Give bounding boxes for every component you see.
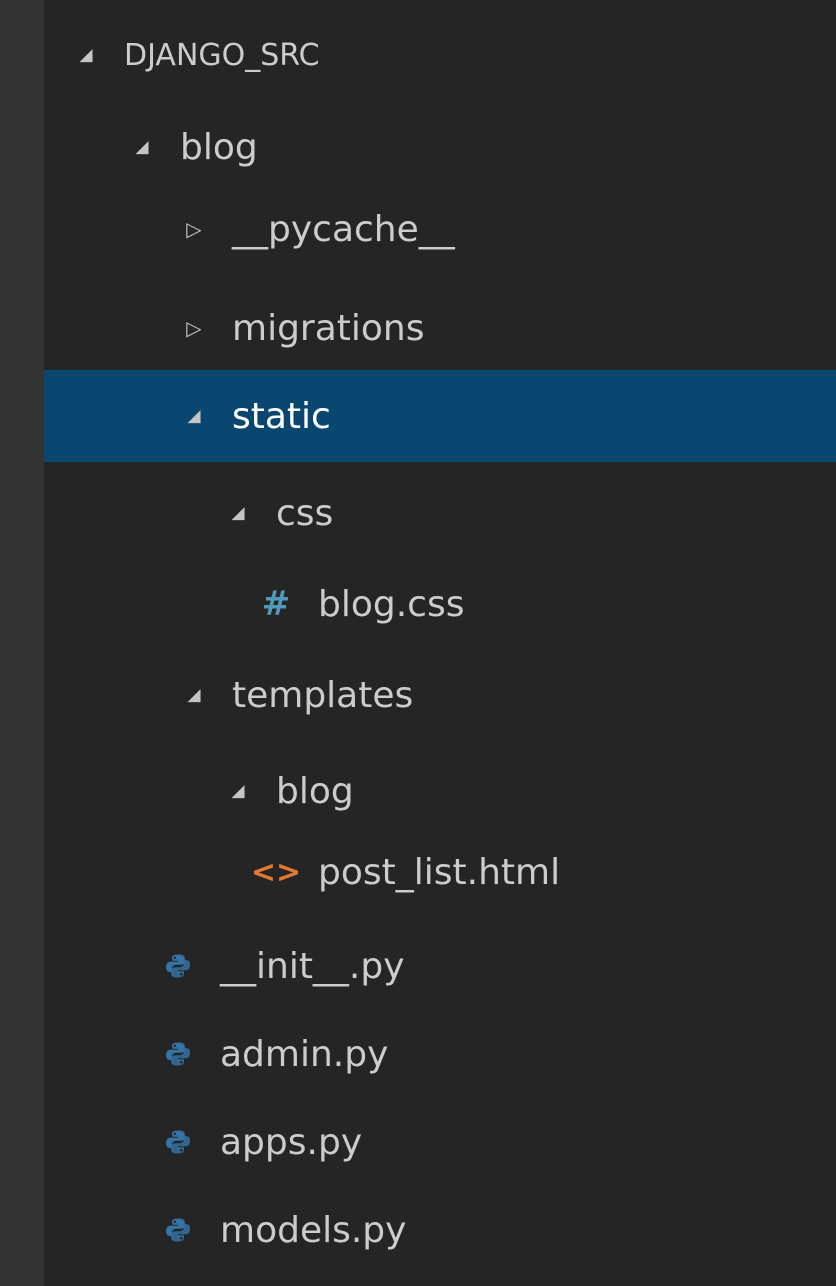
activity-bar <box>0 0 44 1286</box>
expanded-arrow-icon: ◢ <box>135 137 149 157</box>
tree-item-label: migrations <box>232 307 425 349</box>
collapsed-arrow-icon: ▷ <box>186 217 202 241</box>
tree-item-file-admin-py[interactable]: admin.py <box>44 1014 836 1094</box>
tree-item-label: __pycache__ <box>232 208 455 250</box>
expanded-arrow-icon: ◢ <box>187 685 201 705</box>
tree-item-label: blog <box>180 126 258 168</box>
python-icon <box>162 1217 194 1243</box>
tree-item-label: post_list.html <box>318 851 561 893</box>
root-folder-label: DJANGO_SRC <box>124 37 320 73</box>
collapsed-arrow-icon: ▷ <box>186 316 202 340</box>
tree-item-label: templates <box>232 674 414 716</box>
python-icon <box>162 1041 194 1067</box>
tree-item-folder-migrations[interactable]: ▷ migrations <box>44 288 836 368</box>
python-icon <box>162 1129 194 1155</box>
tree-item-file-apps-py[interactable]: apps.py <box>44 1102 836 1182</box>
tree-item-file-blog-css[interactable]: # blog.css <box>44 564 836 644</box>
tree-item-label: blog <box>276 770 354 812</box>
tree-item-folder-pycache[interactable]: ▷ __pycache__ <box>44 189 836 269</box>
python-icon <box>162 953 194 979</box>
tree-item-label: __init__.py <box>220 945 405 987</box>
tree-item-folder-templates[interactable]: ◢ templates <box>44 655 836 735</box>
tree-item-file-models-py[interactable]: models.py <box>44 1190 836 1270</box>
tree-item-label: css <box>276 492 334 534</box>
expanded-arrow-icon: ◢ <box>187 406 201 426</box>
tree-item-label: blog.css <box>318 583 465 625</box>
html-icon: <> <box>250 854 302 890</box>
file-explorer: ◢ DJANGO_SRC ◢ blog ▷ __pycache__ ▷ migr… <box>44 0 836 1286</box>
tree-item-folder-css[interactable]: ◢ css <box>44 473 836 553</box>
expanded-arrow-icon: ◢ <box>231 503 245 523</box>
tree-item-folder-templates-blog[interactable]: ◢ blog <box>44 751 836 831</box>
root-folder-header[interactable]: ◢ DJANGO_SRC <box>44 22 836 88</box>
tree-item-file-init-py[interactable]: __init__.py <box>44 926 836 1006</box>
tree-item-label: admin.py <box>220 1033 389 1075</box>
expanded-arrow-icon: ◢ <box>79 45 93 65</box>
tree-item-label: apps.py <box>220 1121 363 1163</box>
tree-item-folder-static[interactable]: ◢ static <box>44 370 836 462</box>
tree-item-label: models.py <box>220 1209 407 1251</box>
tree-item-folder-blog[interactable]: ◢ blog <box>44 107 836 187</box>
tree-item-file-post-list-html[interactable]: <> post_list.html <box>44 832 836 912</box>
tree-item-label: static <box>232 395 331 437</box>
css-hash-icon: # <box>261 584 291 624</box>
expanded-arrow-icon: ◢ <box>231 781 245 801</box>
